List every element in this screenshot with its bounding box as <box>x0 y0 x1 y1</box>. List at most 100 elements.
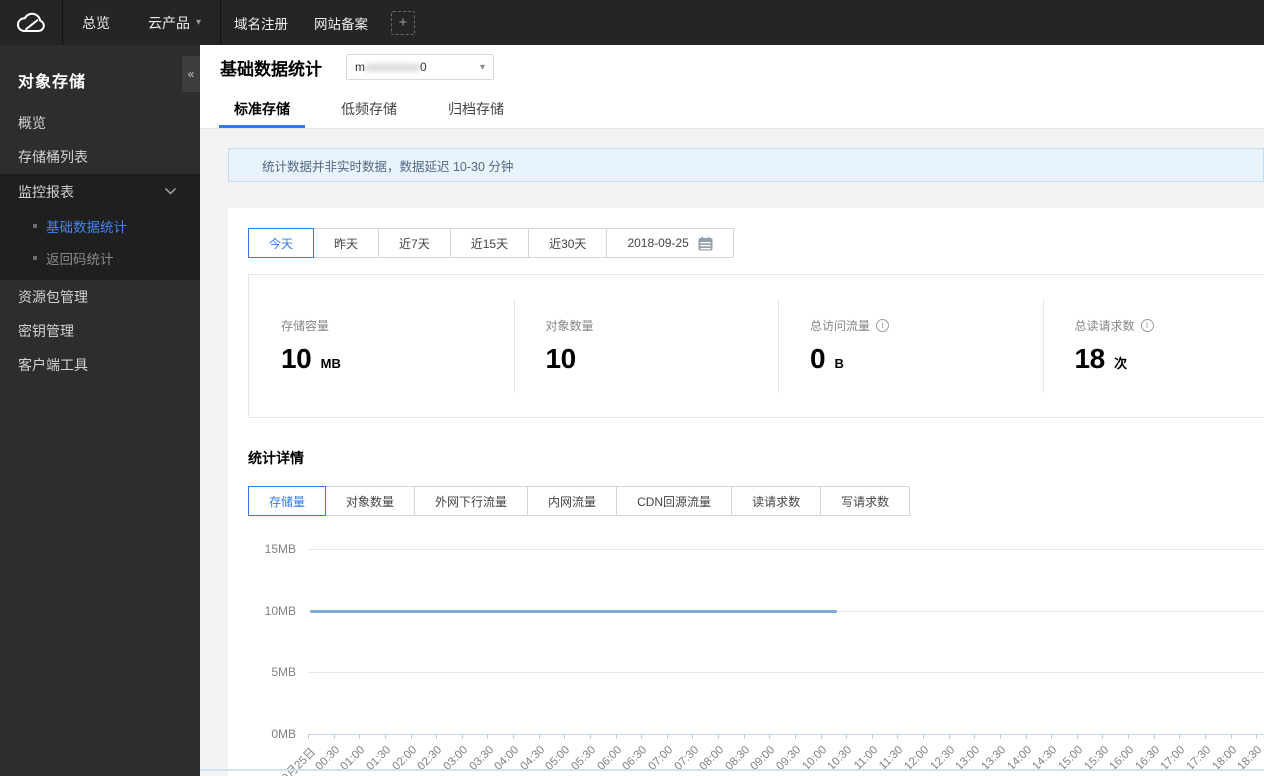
storage-class-tabs: 标准存储 低频存储 归档存储 <box>200 89 1264 128</box>
time-range-15days-button[interactable]: 近15天 <box>449 228 530 258</box>
sidebar-sub-items: 基础数据统计 返回码统计 <box>0 210 200 274</box>
metric-tab-label: 存储量 <box>269 494 306 509</box>
bullet-icon <box>33 224 37 228</box>
sidebar-sub-item-label: 返回码统计 <box>46 252 114 267</box>
sidebar-group-label: 监控报表 <box>18 184 74 200</box>
cloud-icon <box>16 12 45 32</box>
stat-unit: 次 <box>1114 356 1128 371</box>
y-axis-tick-label: 5MB <box>271 665 296 680</box>
bucket-select-dropdown[interactable]: m xxxxxxxxxxx 0 ▾ <box>346 54 494 80</box>
stat-label-text: 总访问流量 <box>810 319 871 333</box>
sidebar-header: 对象存储 « <box>0 45 200 106</box>
stat-value: 10 <box>546 343 779 375</box>
storage-class-tab-label: 标准存储 <box>234 100 290 117</box>
stat-number: 10 <box>545 343 577 374</box>
stat-value: 18 次 <box>1075 343 1264 375</box>
metric-tab-button[interactable]: 内网流量 <box>527 486 618 516</box>
x-axis-tick-label: 09月25日 <box>275 746 319 776</box>
stat-number: 18 <box>1074 343 1106 374</box>
sidebar-top-items: 概览 存储桶列表 <box>0 106 200 174</box>
stat-unit: MB <box>320 356 341 371</box>
sidebar: 对象存储 « 概览 存储桶列表 监控报表 基础数据统计 返回码统计 资源包管理 … <box>0 45 200 776</box>
stat-total-traffic: 总访问流量 i 0 B <box>778 275 1043 417</box>
stat-label: 总访问流量 i <box>810 317 1043 334</box>
sidebar-group-header-monitoring[interactable]: 监控报表 <box>0 174 200 210</box>
stat-number: 0 <box>810 343 826 374</box>
metric-tab-label: CDN回源流量 <box>637 494 712 509</box>
stat-object-count: 对象数量 10 <box>513 275 779 417</box>
sidebar-product-title: 对象存储 <box>18 74 87 91</box>
metric-tab-label: 读请求数 <box>752 494 801 509</box>
storage-class-tab[interactable]: 低频存储 <box>326 89 412 128</box>
metric-tab-button[interactable]: 存储量 <box>248 486 327 516</box>
bullet-icon <box>33 256 37 260</box>
metric-tab-button[interactable]: 读请求数 <box>731 486 822 516</box>
metric-tabs-group: 存储量 对象数量 外网下行流量 内网流量 CDN回源流量 读请求数 写请求数 <box>248 486 911 516</box>
sidebar-bottom-items: 资源包管理 密钥管理 客户端工具 <box>0 280 200 382</box>
sidebar-sub-item[interactable]: 基础数据统计 <box>0 210 200 242</box>
storage-usage-chart: 15MB 10MB 5MB 0MB 09月25日 00:30 01:00 01:… <box>248 532 1264 776</box>
storage-class-tab[interactable]: 标准存储 <box>219 89 305 128</box>
sidebar-item[interactable]: 存储桶列表 <box>0 140 200 174</box>
storage-class-tab[interactable]: 归档存储 <box>433 89 519 128</box>
sidebar-item[interactable]: 客户端工具 <box>0 348 200 382</box>
stat-unit: B <box>834 356 844 371</box>
info-icon[interactable]: i <box>876 319 890 332</box>
time-range-yesterday-button[interactable]: 昨天 <box>313 228 380 258</box>
time-range-7days-button[interactable]: 近7天 <box>378 228 451 258</box>
storage-series-line[interactable] <box>310 609 837 613</box>
nav-cloud-products[interactable]: 云产品 ▾ <box>129 0 220 45</box>
y-axis-tick-label: 0MB <box>271 727 296 741</box>
gridline <box>308 549 1264 550</box>
stat-number: 10 <box>281 343 312 374</box>
nav-cloud-products-label: 云产品 <box>148 14 190 31</box>
statistics-panel: 今天 昨天 近7天 近15天 近30天 2018-09-25 存储容量 10 M… <box>228 208 1264 776</box>
date-picker-value: 2018-09-25 <box>627 236 689 250</box>
info-icon[interactable]: i <box>1140 319 1154 332</box>
metric-tab-label: 内网流量 <box>548 494 597 509</box>
topbar-secondary-nav: 域名注册 网站备案 <box>221 0 381 45</box>
chart-y-axis: 15MB 10MB 5MB 0MB <box>248 542 296 741</box>
y-axis-tick-label: 10MB <box>264 603 296 618</box>
time-range-30days-button[interactable]: 近30天 <box>528 228 608 258</box>
metric-tab-button[interactable]: 对象数量 <box>325 486 416 516</box>
tencent-cloud-logo[interactable] <box>0 11 62 35</box>
chevron-down-icon: ▾ <box>196 17 202 28</box>
y-axis-tick-label: 15MB <box>264 542 296 556</box>
sidebar-group-monitoring: 监控报表 基础数据统计 返回码统计 <box>0 174 200 280</box>
bucket-name-suffix: 0 <box>420 60 427 74</box>
app-root: 总览 云产品 ▾ 域名注册 网站备案 + 对象存储 « 概览 存储桶列表 监控报表 <box>0 0 1264 776</box>
sidebar-item[interactable]: 资源包管理 <box>0 280 200 314</box>
metric-tab-label: 对象数量 <box>346 494 395 509</box>
gridline <box>308 672 1264 674</box>
date-picker-button[interactable]: 2018-09-25 <box>606 228 734 258</box>
notice-banner: 统计数据并非实时数据，数据延迟 10-30 分钟 <box>228 148 1264 182</box>
nav-overview[interactable]: 总览 <box>63 0 129 45</box>
metric-tab-button[interactable]: 写请求数 <box>820 486 911 516</box>
sidebar-collapse-button[interactable]: « <box>182 56 200 92</box>
add-shortcut-button[interactable]: + <box>391 10 416 35</box>
nav-website-icp[interactable]: 网站备案 <box>301 0 381 45</box>
bucket-name-prefix: m <box>355 60 365 74</box>
time-range-today-button[interactable]: 今天 <box>248 228 315 258</box>
metric-tab-button[interactable]: 外网下行流量 <box>414 486 529 516</box>
topbar-primary-nav: 总览 云产品 ▾ <box>63 0 220 45</box>
stat-label: 对象数量 <box>546 317 779 334</box>
page-title-row: 基础数据统计 m xxxxxxxxxxx 0 ▾ <box>200 45 1264 89</box>
calendar-icon <box>698 236 713 251</box>
sidebar-sub-item[interactable]: 返回码统计 <box>0 242 200 274</box>
stat-value: 0 B <box>810 343 1043 375</box>
metric-tab-button[interactable]: CDN回源流量 <box>616 486 733 516</box>
stat-storage-capacity: 存储容量 10 MB <box>249 275 514 417</box>
stat-read-requests: 总读请求数 i 18 次 <box>1042 275 1264 417</box>
top-nav-bar: 总览 云产品 ▾ 域名注册 网站备案 + <box>0 0 1264 45</box>
chevron-down-icon <box>165 188 176 195</box>
nav-domain-registration[interactable]: 域名注册 <box>221 0 301 45</box>
bottom-divider <box>200 769 1264 771</box>
sidebar-item[interactable]: 密钥管理 <box>0 314 200 348</box>
summary-stats-box: 存储容量 10 MB 对象数量 10 总访问流量 i 0 B 总读请求数 i 1… <box>248 274 1264 418</box>
page-content: 统计数据并非实时数据，数据延迟 10-30 分钟 今天 昨天 近7天 近15天 … <box>200 129 1264 776</box>
stat-label-text: 总读请求数 <box>1074 319 1135 333</box>
sidebar-item[interactable]: 概览 <box>0 106 200 140</box>
detail-section-title: 统计详情 <box>248 450 304 466</box>
